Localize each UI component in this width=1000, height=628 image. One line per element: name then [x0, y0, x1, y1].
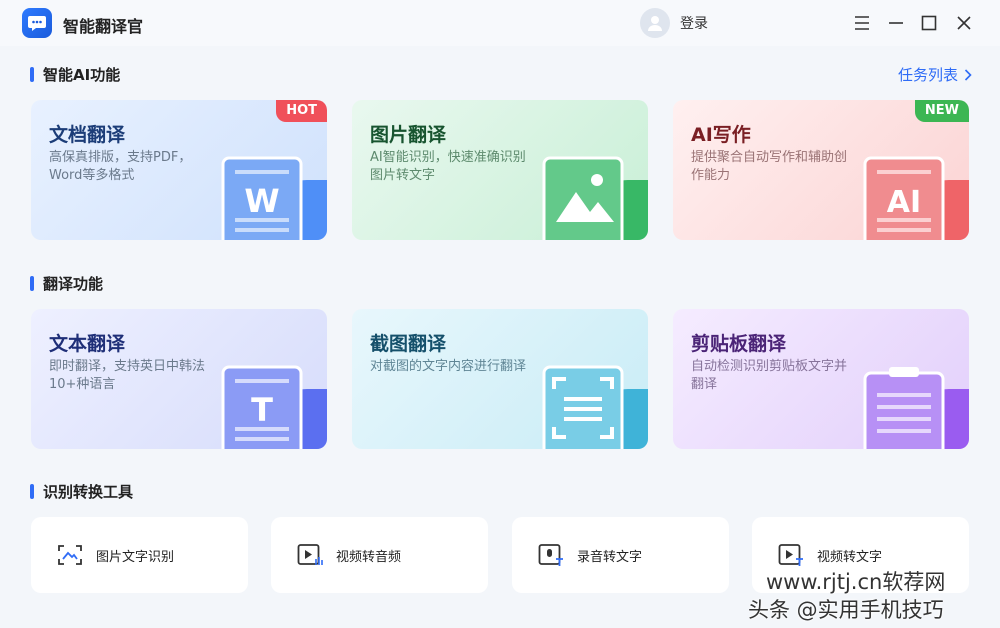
- card-description: 即时翻译，支持英日中韩法10+种语言: [49, 359, 206, 392]
- card-screenshot-translate[interactable]: 截图翻译 对截图的文字内容进行翻译: [352, 309, 648, 449]
- app-title: 智能翻译官: [63, 17, 144, 36]
- doc-glyph: W: [244, 182, 279, 220]
- card-title: 剪贴板翻译: [691, 333, 787, 355]
- card-description: 提供聚合自动写作和辅助创作能力: [691, 150, 848, 183]
- new-badge: NEW: [914, 100, 969, 122]
- card-clipboard-translate[interactable]: 剪贴板翻译 自动检测识别剪贴板文字并翻译: [673, 309, 969, 449]
- section-title: 智能AI功能: [43, 65, 121, 84]
- section-title: 识别转换工具: [43, 482, 134, 501]
- card-text-translate[interactable]: 文本翻译 即时翻译，支持英日中韩法10+种语言 T: [31, 309, 327, 449]
- app-logo-icon: [22, 8, 52, 38]
- title-bar: 智能翻译官 登录: [0, 0, 1000, 46]
- menu-icon[interactable]: [850, 11, 874, 35]
- ai-glyph: AI: [887, 185, 921, 220]
- card-title: 截图翻译: [370, 333, 447, 355]
- section-header-ai: 智能AI功能: [30, 64, 120, 84]
- tool-label: 图片文字识别: [96, 549, 175, 565]
- card-image-translate[interactable]: 图片翻译 AI智能识别，快速准确识别图片转文字: [352, 100, 648, 240]
- tool-image-text-recognition[interactable]: 图片文字识别: [31, 517, 248, 593]
- maximize-icon[interactable]: [917, 11, 941, 35]
- login-button[interactable]: 登录: [640, 8, 708, 38]
- tool-label: 视频转文字: [817, 549, 883, 565]
- close-icon[interactable]: [952, 11, 976, 35]
- tool-label: 视频转音频: [336, 549, 402, 565]
- card-document-translate[interactable]: 文档翻译 高保真排版，支持PDF，Word等多格式 HOT W: [31, 100, 327, 240]
- task-list-label: 任务列表: [897, 66, 958, 84]
- section-header-tools: 识别转换工具: [30, 481, 133, 501]
- card-title: 图片翻译: [370, 124, 447, 146]
- section-marker: [30, 275, 34, 291]
- text-glyph: T: [251, 391, 273, 429]
- login-label: 登录: [680, 16, 708, 32]
- task-list-link[interactable]: 任务列表: [898, 64, 972, 85]
- image-scan-icon: [57, 542, 83, 568]
- tool-video-to-audio[interactable]: 视频转音频: [271, 517, 488, 593]
- card-ai-writing[interactable]: AI写作 提供聚合自动写作和辅助创作能力 NEW AI: [673, 100, 969, 240]
- section-marker: [30, 66, 34, 82]
- card-description: 自动检测识别剪贴板文字并翻译: [691, 359, 848, 392]
- avatar-icon: [640, 8, 670, 38]
- image-icon: [542, 156, 626, 240]
- card-title: 文档翻译: [49, 124, 126, 146]
- minimize-icon[interactable]: [884, 11, 908, 35]
- section-header-translate: 翻译功能: [30, 273, 103, 293]
- card-description: 高保真排版，支持PDF，Word等多格式: [49, 150, 192, 183]
- section-title: 翻译功能: [43, 274, 104, 293]
- clipboard-icon: [863, 365, 947, 449]
- video-text-icon: [778, 542, 804, 568]
- card-title: 文本翻译: [49, 333, 126, 355]
- document-icon: W: [221, 156, 305, 240]
- voice-text-icon: [538, 542, 564, 568]
- card-title: AI写作: [691, 124, 751, 146]
- card-description: 对截图的文字内容进行翻译: [370, 359, 527, 374]
- chevron-right-icon: [964, 68, 972, 81]
- screenshot-icon: [542, 365, 626, 449]
- text-icon: T: [221, 365, 305, 449]
- card-description: AI智能识别，快速准确识别图片转文字: [370, 150, 526, 183]
- watermark-line-1: www.rjtj.cn软荐网: [766, 570, 946, 594]
- ai-writing-icon: AI: [863, 156, 947, 240]
- tool-voice-to-text[interactable]: 录音转文字: [512, 517, 729, 593]
- section-marker: [30, 483, 34, 499]
- watermark: www.rjtj.cn软荐网 头条 @实用手机技巧: [748, 568, 945, 624]
- video-audio-icon: [297, 542, 323, 568]
- tool-label: 录音转文字: [577, 549, 643, 565]
- hot-badge: HOT: [276, 100, 327, 122]
- watermark-line-2: 头条 @实用手机技巧: [748, 598, 944, 622]
